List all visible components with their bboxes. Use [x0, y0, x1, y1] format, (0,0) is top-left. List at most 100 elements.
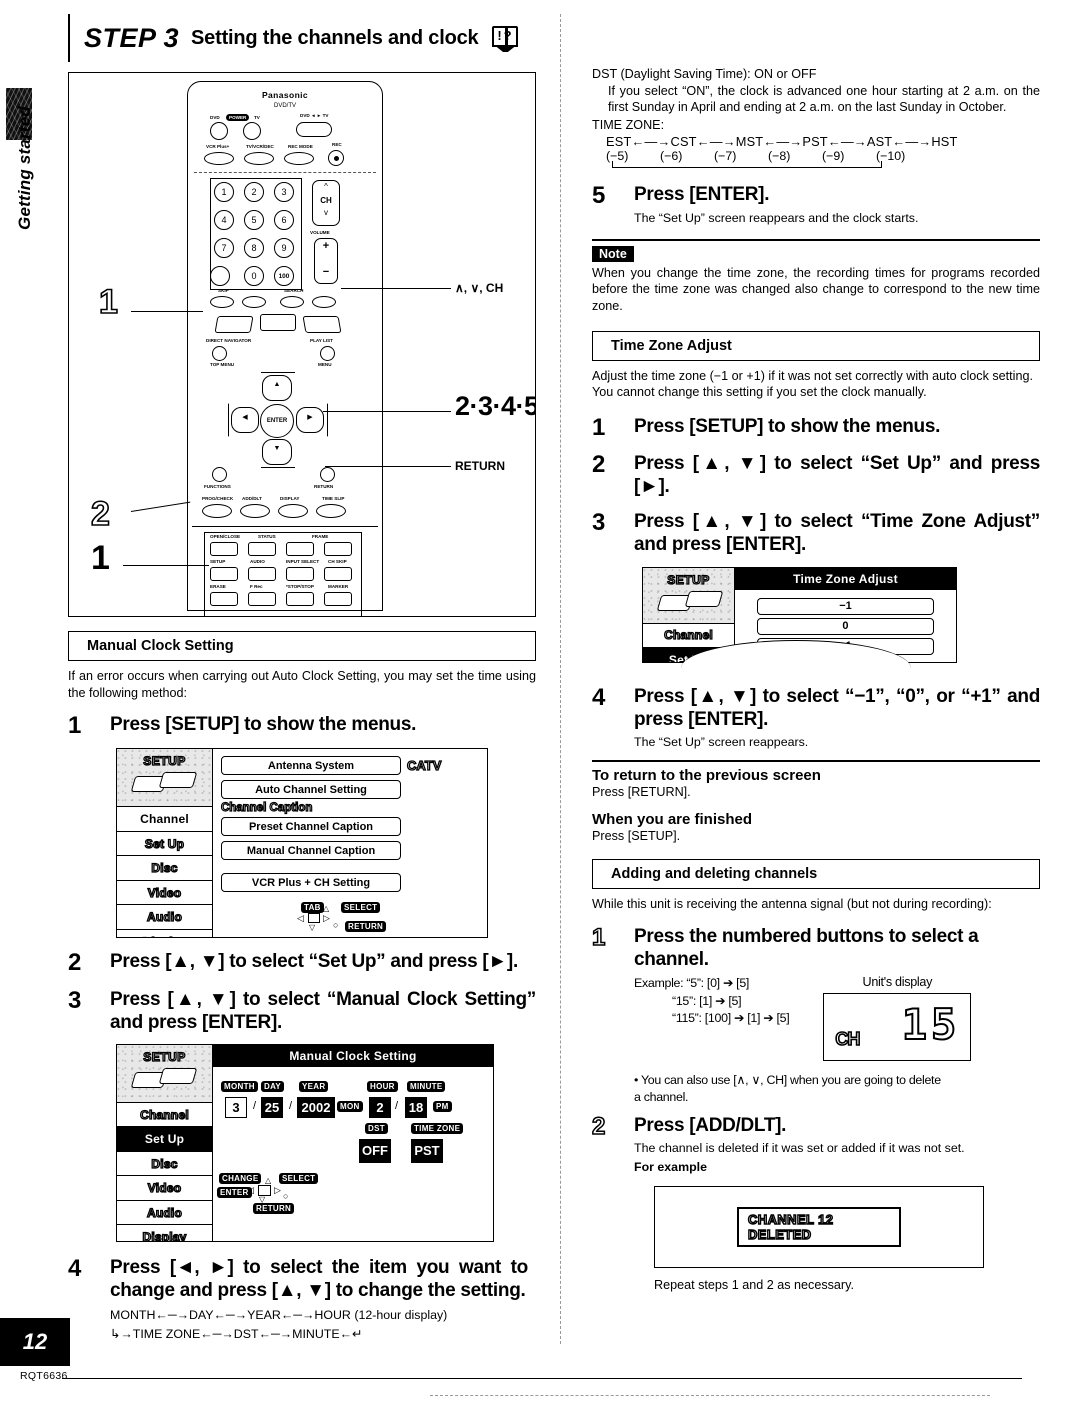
chapter-tab: Getting started — [0, 88, 36, 378]
tv-clock-item-disc[interactable]: Disc — [117, 1152, 212, 1177]
button-pause[interactable] — [260, 314, 296, 331]
value-day[interactable]: 25 — [261, 1096, 283, 1118]
step-1-number: 1 — [68, 712, 82, 740]
button-direct-navigator[interactable] — [212, 346, 227, 361]
step-5-note: The “Set Up” screen reappears and the cl… — [634, 210, 919, 225]
button-frame-back[interactable] — [286, 542, 314, 556]
value-hour[interactable]: 2 — [369, 1096, 391, 1118]
value-time-zone[interactable]: PST — [411, 1138, 443, 1163]
button-1-label: 1 — [221, 187, 227, 197]
callout-cursor: 2·3·4·5 — [455, 391, 536, 421]
tz-screen-item-channel[interactable]: Channel — [643, 624, 734, 649]
button-status[interactable] — [248, 542, 276, 556]
button-stop[interactable] — [214, 316, 254, 333]
tv-menu-item-audio[interactable]: Audio — [117, 905, 212, 930]
page-title: Setting the channels and clock — [191, 26, 479, 49]
button-add-dlt[interactable] — [240, 504, 270, 518]
tv-menu-sidebar: SETUP Channel Set Up Disc Video Audio Di… — [117, 749, 213, 938]
tz-step-1-text: Press [SETUP] to show the menus. — [634, 415, 941, 437]
button-play[interactable] — [302, 316, 342, 333]
example-block: Example: “5”: [0] ➔ [5] “15”: [1] ➔ [5] … — [634, 975, 790, 1061]
label-erase: ERASE — [210, 584, 226, 589]
tz-option-minus-1[interactable]: −1 — [757, 597, 934, 615]
example-15: “15”: [1] ➔ [5] — [672, 993, 742, 1008]
button-open-close[interactable] — [210, 542, 238, 556]
tag-month: MONTH — [221, 1080, 258, 1092]
tv-clock-item-channel[interactable]: Channel — [117, 1103, 212, 1128]
button-fast-forward[interactable] — [312, 296, 336, 308]
step-4: 4 Press [◄, ►] to select the item you wa… — [68, 1256, 536, 1343]
value-year[interactable]: 2002 — [297, 1096, 335, 1118]
button-return[interactable] — [320, 467, 335, 482]
button-functions[interactable] — [212, 467, 227, 482]
button-f-rec[interactable] — [248, 592, 276, 606]
button-8-label: 8 — [251, 243, 257, 253]
button-setup[interactable] — [210, 567, 238, 581]
note-badge: Note — [592, 245, 634, 262]
value-dst[interactable]: OFF — [359, 1138, 391, 1163]
button-cursor-up[interactable] — [262, 375, 292, 401]
tag-time-zone: TIME ZONE — [411, 1122, 464, 1134]
button-ch-skip[interactable] — [324, 567, 352, 581]
page-header: STEP 3 Setting the channels and clock !? — [68, 14, 613, 62]
step-5-number: 5 — [592, 182, 606, 210]
label-tv-vcr-dec: TV/VCR/DEC — [246, 144, 274, 149]
button-rec-mode[interactable] — [284, 152, 314, 165]
button-vcr-plus[interactable] — [204, 152, 234, 165]
tv-menu-item-video[interactable]: Video — [117, 881, 212, 906]
button-time-slip[interactable] — [316, 504, 346, 518]
page-number: 12 — [0, 1318, 70, 1366]
label-audio: AUDIO — [250, 559, 265, 564]
tv-clock-item-audio[interactable]: Audio — [117, 1201, 212, 1226]
button-skip-prev[interactable] — [210, 296, 234, 308]
button-tv-vcr-dec[interactable] — [244, 152, 274, 165]
row-antenna-system[interactable]: Antenna System — [221, 756, 401, 776]
tv-clock-item-set-up[interactable]: Set Up — [117, 1127, 212, 1152]
row-manual-channel-caption[interactable]: Manual Channel Caption — [221, 841, 401, 861]
button-marker[interactable] — [324, 592, 352, 606]
switch-dvd-tv[interactable] — [296, 122, 332, 137]
button-display[interactable] — [278, 504, 308, 518]
setup-logo-cards-icon-3 — [656, 590, 725, 614]
button-cancel[interactable] — [210, 266, 230, 286]
tv-menu-item-display[interactable]: Display — [117, 930, 212, 937]
button-stop-stop[interactable] — [286, 592, 314, 606]
button-frame-forward[interactable] — [324, 542, 352, 556]
setup-logo-cards-icon — [130, 771, 199, 795]
for-example-label: For example — [634, 1160, 707, 1175]
note-divider — [592, 238, 1040, 241]
button-input-select[interactable] — [286, 567, 314, 581]
value-month[interactable]: 3 — [225, 1096, 247, 1118]
label-top-menu: TOP MENU — [210, 362, 235, 367]
button-rewind[interactable] — [280, 296, 304, 308]
label-prog-check: PROG/CHECK — [202, 496, 234, 501]
row-vcr-plus-ch-setting[interactable]: VCR Plus + CH Setting — [221, 873, 401, 893]
tv-menu-item-disc[interactable]: Disc — [117, 856, 212, 881]
label-input-select: INPUT SELECT — [286, 559, 320, 564]
button-erase[interactable] — [210, 592, 238, 606]
label-volume: VOLUME — [310, 230, 330, 235]
button-play-list[interactable] — [320, 346, 335, 361]
value-minute[interactable]: 18 — [405, 1096, 427, 1118]
tz-option-zero[interactable]: 0 — [757, 617, 934, 635]
button-tv-power[interactable] — [243, 122, 261, 140]
row-auto-channel-setting[interactable]: Auto Channel Setting — [221, 780, 401, 800]
tv-menu-item-channel[interactable]: Channel — [117, 807, 212, 832]
tz-step-2: 2 Press [▲, ▼] to select “Set Up” and pr… — [592, 452, 1040, 498]
button-skip-next[interactable] — [242, 296, 266, 308]
label-setup: SETUP — [210, 559, 226, 564]
label-tv-power: TV — [254, 115, 260, 120]
tv-menu-item-set-up[interactable]: Set Up — [117, 832, 212, 857]
row-preset-channel-caption[interactable]: Preset Channel Caption — [221, 817, 401, 837]
tz-step-1-number: 1 — [592, 413, 606, 441]
button-dvd-power[interactable] — [210, 122, 228, 140]
label-channel-caption: Channel Caption — [220, 802, 313, 815]
button-cursor-down[interactable] — [262, 439, 292, 465]
left-column: Panasonic DVD/TV DVD POWER TV DVD ◄ ► TV… — [68, 72, 536, 1343]
tv-clock-item-display[interactable]: Display — [117, 1225, 212, 1241]
osd-message: CHANNEL 12 DELETED — [737, 1207, 901, 1248]
button-audio[interactable] — [248, 567, 276, 581]
label-play-list: PLAY LIST — [310, 338, 333, 343]
tv-clock-item-video[interactable]: Video — [117, 1176, 212, 1201]
button-prog-check[interactable] — [202, 504, 232, 518]
